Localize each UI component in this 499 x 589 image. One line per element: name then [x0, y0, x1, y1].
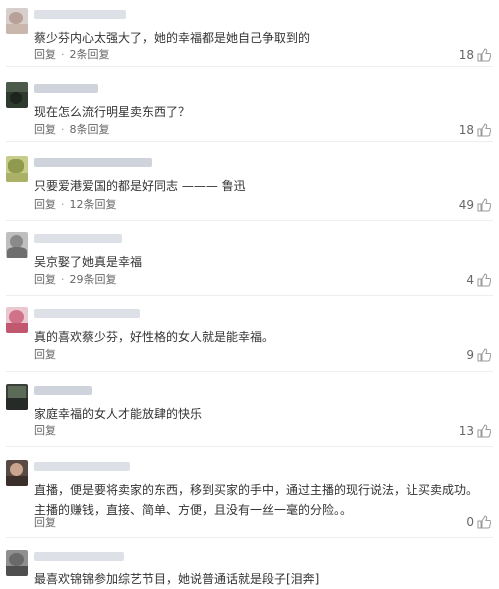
view-replies-link[interactable]: 29条回复 — [70, 273, 117, 286]
avatar[interactable] — [6, 550, 28, 576]
username-blurred[interactable] — [34, 84, 98, 93]
divider — [6, 220, 493, 221]
separator-dot: · — [61, 48, 65, 61]
comment-text: 吴京娶了她真是幸福 — [34, 255, 143, 269]
username-blurred[interactable] — [34, 462, 130, 471]
reply-button[interactable]: 回复 — [34, 516, 56, 529]
like-area: 49 — [459, 197, 491, 213]
comment-text: 最喜欢锦锦参加综艺节目，她说普通话就是段子[泪奔] — [34, 572, 320, 586]
avatar[interactable] — [6, 307, 28, 333]
view-replies-link[interactable]: 2条回复 — [70, 48, 110, 61]
like-count: 18 — [458, 123, 474, 137]
separator-dot: · — [61, 123, 65, 136]
divider — [6, 446, 493, 447]
comment-actions: 回复 · 29条回复 — [34, 273, 117, 287]
comment-text: 家庭幸福的女人才能放肆的快乐 — [34, 407, 203, 421]
avatar[interactable] — [6, 384, 28, 410]
thumbs-up-icon[interactable] — [477, 198, 491, 212]
username-blurred[interactable] — [34, 10, 126, 19]
reply-button[interactable]: 回复 — [34, 424, 56, 437]
comment-text: 只要爱港爱国的都是好同志 ——— 鲁迅 — [34, 179, 246, 193]
like-count: 18 — [458, 48, 474, 62]
comment-list: 蔡少芬内心太强大了，她的幸福都是她自己争取到的 回复 · 2条回复 18 现在怎么流… — [0, 0, 499, 586]
comment-text: 蔡少芬内心太强大了，她的幸福都是她自己争取到的 — [34, 31, 311, 45]
username-blurred[interactable] — [34, 552, 124, 561]
like-area: 18 — [459, 122, 491, 138]
thumbs-up-icon[interactable] — [477, 424, 491, 438]
comment-actions: 回复 — [34, 516, 56, 530]
reply-button[interactable]: 回复 — [34, 123, 56, 136]
thumbs-up-icon[interactable] — [477, 123, 491, 137]
separator-dot: · — [61, 273, 65, 286]
thumbs-up-icon[interactable] — [477, 348, 491, 362]
avatar[interactable] — [6, 460, 28, 486]
like-area: 4 — [466, 272, 491, 288]
reply-button[interactable]: 回复 — [34, 198, 56, 211]
like-area: 0 — [466, 514, 491, 530]
avatar[interactable] — [6, 82, 28, 108]
divider — [6, 537, 493, 538]
like-count: 49 — [458, 198, 474, 212]
separator-dot: · — [61, 198, 65, 211]
thumbs-up-icon[interactable] — [477, 515, 491, 529]
comment-actions: 回复 · 12条回复 — [34, 198, 117, 212]
username-blurred[interactable] — [34, 386, 92, 395]
view-replies-link[interactable]: 8条回复 — [70, 123, 110, 136]
divider — [6, 295, 493, 296]
like-area: 18 — [459, 47, 491, 63]
username-blurred[interactable] — [34, 234, 122, 243]
comment-text: 直播，便是要将卖家的东西，移到买家的手中，通过主播的现行说法，让买卖成功。主播的… — [34, 483, 479, 517]
comment-actions: 回复 — [34, 424, 56, 438]
avatar[interactable] — [6, 156, 28, 182]
comment-actions: 回复 · 2条回复 — [34, 48, 110, 62]
divider — [6, 371, 493, 372]
avatar[interactable] — [6, 8, 28, 34]
like-count: 4 — [466, 273, 474, 287]
comment-text: 现在怎么流行明星卖东西了？ — [34, 105, 191, 119]
username-blurred[interactable] — [34, 158, 152, 167]
reply-button[interactable]: 回复 — [34, 273, 56, 286]
like-count: 13 — [458, 424, 474, 438]
divider — [6, 141, 493, 142]
reply-button[interactable]: 回复 — [34, 48, 56, 61]
like-count: 9 — [466, 348, 474, 362]
comment-actions: 回复 · 8条回复 — [34, 123, 110, 137]
divider — [6, 66, 493, 67]
comment-text: 真的喜欢蔡少芬，好性格的女人就是能幸福。 — [34, 330, 275, 344]
thumbs-up-icon[interactable] — [477, 48, 491, 62]
view-replies-link[interactable]: 12条回复 — [70, 198, 117, 211]
thumbs-up-icon[interactable] — [477, 273, 491, 287]
comment-actions: 回复 — [34, 348, 56, 362]
reply-button[interactable]: 回复 — [34, 348, 56, 361]
avatar[interactable] — [6, 232, 28, 258]
username-blurred[interactable] — [34, 309, 140, 318]
like-area: 13 — [459, 423, 491, 439]
like-count: 0 — [466, 515, 474, 529]
like-area: 9 — [466, 347, 491, 363]
